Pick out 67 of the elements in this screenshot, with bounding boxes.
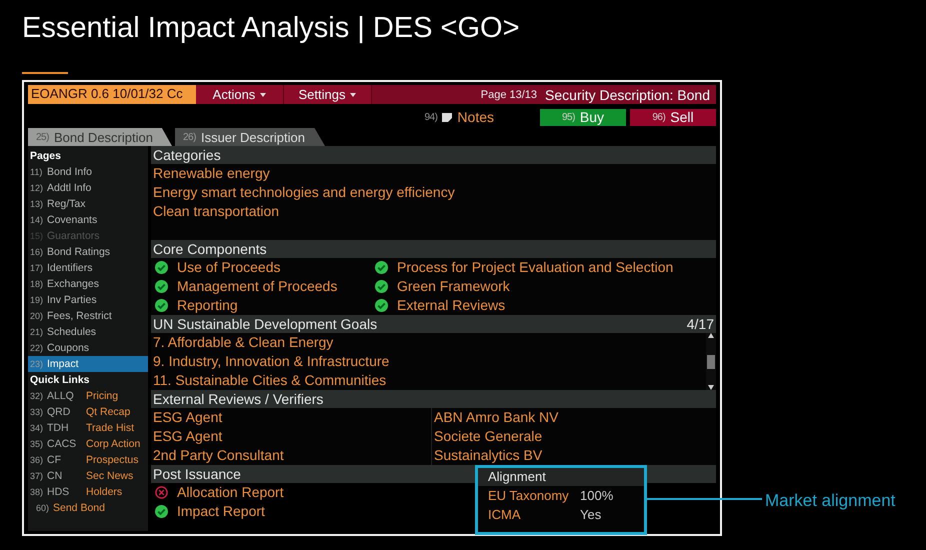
caret-icon xyxy=(350,92,356,96)
menu-button[interactable]: Settings xyxy=(284,85,372,104)
quick-link[interactable]: 36) CF Prospectus xyxy=(28,452,148,468)
component-item: Process for Project Evaluation and Selection xyxy=(396,258,674,277)
sidebar-item[interactable]: 11) Bond Info xyxy=(28,164,148,180)
sidebar-item[interactable]: 16) Bond Ratings xyxy=(28,244,148,260)
category-item: Renewable energy xyxy=(152,164,271,183)
reviewer-type: 2nd Party Consultant xyxy=(152,446,285,465)
sidebar-item[interactable]: 21) Schedules xyxy=(28,324,148,340)
goal-item[interactable]: 11. Sustainable Cities & Communities xyxy=(151,371,706,390)
sidebar-item[interactable]: 12) Addtl Info xyxy=(28,180,148,196)
slide-title: Essential Impact Analysis | DES <GO> xyxy=(22,11,521,46)
reviewer-type: ESG Agent xyxy=(152,427,224,446)
alignment-label: EU Taxonomy xyxy=(488,488,570,503)
reviewer-name: ABN Amro Bank NV xyxy=(431,408,716,427)
callout-label: Market alignment xyxy=(765,491,896,511)
reviewer-name: Societe Generale xyxy=(431,427,716,446)
sidebar-item[interactable]: 18) Exchanges xyxy=(28,276,148,292)
sidebar-heading: Pages xyxy=(29,149,62,164)
section-header: UN Sustainable Development Goals 4/17 xyxy=(151,315,716,333)
report-item: Impact Report xyxy=(176,502,265,521)
component-item: External Reviews xyxy=(396,296,506,315)
quick-link[interactable]: 32) ALLQ Pricing xyxy=(28,388,148,404)
sidebar-item[interactable]: 23) Impact xyxy=(28,356,148,372)
buy-button[interactable]: 95) Buy xyxy=(540,108,626,126)
quick-link[interactable]: 37) CN Sec News xyxy=(28,468,148,484)
category-item: Energy smart technologies and energy efficiency xyxy=(152,183,456,202)
alignment-value: Yes xyxy=(580,507,602,522)
sidebar-item[interactable]: 19) Inv Parties xyxy=(28,292,148,308)
section-header: External Reviews / Verifiers xyxy=(151,390,716,408)
reviewer-type: ESG Agent xyxy=(152,408,224,427)
goal-item[interactable]: 9. Industry, Innovation & Infrastructure xyxy=(151,352,706,371)
section-header: Categories xyxy=(151,146,716,164)
caret-icon xyxy=(260,92,266,96)
sell-button[interactable]: 96) Sell xyxy=(630,108,716,126)
component-item: Green Framework xyxy=(396,277,510,296)
ticker-field[interactable]: EOANGR 0.6 10/01/32 Cc xyxy=(28,85,196,104)
sidebar-item[interactable]: 13) Reg/Tax xyxy=(28,196,148,212)
quick-link[interactable]: 38) HDS Holders xyxy=(28,484,148,500)
alignment-heading: Alignment xyxy=(478,468,644,486)
send-link[interactable]: 60) Send Bond xyxy=(28,500,148,516)
component-item: Management of Proceeds xyxy=(176,277,338,296)
notes-link[interactable]: 94) Notes xyxy=(424,109,494,125)
tab[interactable]: 25) Bond Description xyxy=(28,128,172,146)
category-item: Clean transportation xyxy=(152,202,280,221)
alignment-label: ICMA xyxy=(488,507,522,522)
quick-link[interactable]: 33) QRD Qt Recap xyxy=(28,404,148,420)
screen-title: Security Description: Bond xyxy=(545,86,710,102)
quick-link[interactable]: 34) TDH Trade Hist xyxy=(28,420,148,436)
menu-button[interactable]: Actions xyxy=(196,85,284,104)
section-header: Core Components xyxy=(151,240,716,258)
page-number: Page 13/13 xyxy=(480,88,538,100)
tab[interactable]: 26) Issuer Description xyxy=(175,128,325,146)
component-item: Use of Proceeds xyxy=(176,258,280,277)
sidebar-item[interactable]: 17) Identifiers xyxy=(28,260,148,276)
scrollbar[interactable] xyxy=(706,333,716,390)
goal-counter: 4/17 xyxy=(686,316,714,332)
sidebar-item[interactable]: 14) Covenants xyxy=(28,212,148,228)
alignment-value: 100% xyxy=(580,488,614,503)
quick-link[interactable]: 35) CACS Corp Action xyxy=(28,436,148,452)
component-item: Reporting xyxy=(176,296,238,315)
sidebar-item[interactable]: 20) Fees, Restrict xyxy=(28,308,148,324)
note-icon xyxy=(442,112,452,122)
sidebar-item[interactable]: 22) Coupons xyxy=(28,340,148,356)
goal-item[interactable]: 7. Affordable & Clean Energy xyxy=(151,333,706,352)
report-item: Allocation Report xyxy=(176,483,284,502)
sidebar-heading: Quick Links xyxy=(29,373,91,388)
